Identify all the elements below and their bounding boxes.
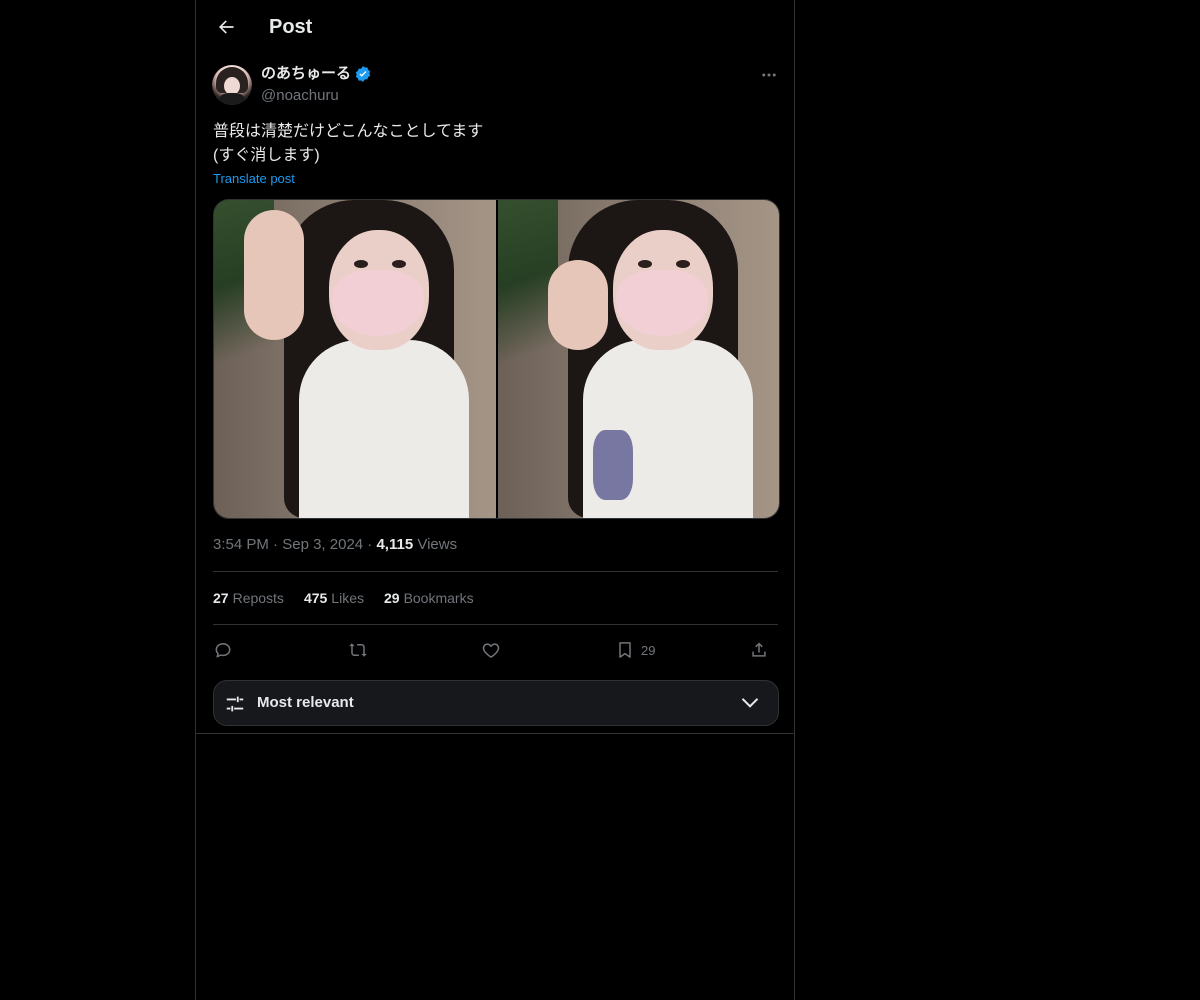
media-photo-2[interactable] xyxy=(497,200,779,518)
post-date[interactable]: Sep 3, 2024 xyxy=(282,536,363,553)
repost-icon xyxy=(349,643,367,657)
sort-replies-dropdown[interactable]: Most relevant xyxy=(213,680,779,726)
divider xyxy=(196,733,794,734)
post-text: 普段は清楚だけどこんなことしてます (すぐ消します) xyxy=(213,123,484,164)
header: Post xyxy=(196,0,794,54)
like-button[interactable] xyxy=(481,636,501,664)
views-count: 4,115 xyxy=(376,536,414,553)
bookmarks-stat[interactable]: 29 Bookmarks xyxy=(384,587,474,609)
verified-badge-icon xyxy=(355,66,371,82)
post-time[interactable]: 3:54 PM xyxy=(213,536,269,553)
sliders-icon xyxy=(226,696,244,712)
media-grid xyxy=(213,199,780,519)
page-title: Post xyxy=(269,16,313,38)
bookmark-button[interactable]: 29 xyxy=(615,636,655,664)
avatar[interactable] xyxy=(212,65,252,105)
likes-stat[interactable]: 475 Likes xyxy=(304,587,364,609)
share-button[interactable] xyxy=(749,636,769,664)
divider xyxy=(213,571,778,572)
post-meta: 3:54 PM · Sep 3, 2024 · 4,115 Views xyxy=(213,536,458,553)
chevron-down-icon xyxy=(741,698,759,708)
back-arrow-icon xyxy=(219,20,234,34)
reply-icon xyxy=(215,643,231,658)
author-name-row[interactable]: のあちゅーる xyxy=(261,64,372,84)
bookmark-icon xyxy=(619,642,631,658)
author-handle[interactable]: @noachuru xyxy=(261,86,339,106)
like-icon xyxy=(482,643,500,658)
action-bar: 29 xyxy=(213,636,778,664)
more-button[interactable] xyxy=(754,63,784,87)
sort-label: Most relevant xyxy=(257,694,354,711)
divider xyxy=(213,624,778,625)
repost-button[interactable] xyxy=(347,636,369,664)
reposts-stat[interactable]: 27 Reposts xyxy=(213,587,284,609)
more-icon xyxy=(762,73,776,77)
back-button[interactable] xyxy=(208,9,244,45)
engagement-stats: 27 Reposts 475 Likes 29 Bookmarks xyxy=(213,587,474,609)
views-label: Views xyxy=(417,536,458,553)
reply-button[interactable] xyxy=(213,636,233,664)
post-column: Post のあちゅーる @noachuru 普段は清楚だけどこんなことしてます … xyxy=(195,0,795,1000)
author-name[interactable]: のあちゅーる xyxy=(261,64,351,84)
translate-post-link[interactable]: Translate post xyxy=(213,171,295,187)
share-icon xyxy=(752,642,766,657)
media-photo-1[interactable] xyxy=(214,200,496,518)
bookmark-count: 29 xyxy=(641,642,656,658)
